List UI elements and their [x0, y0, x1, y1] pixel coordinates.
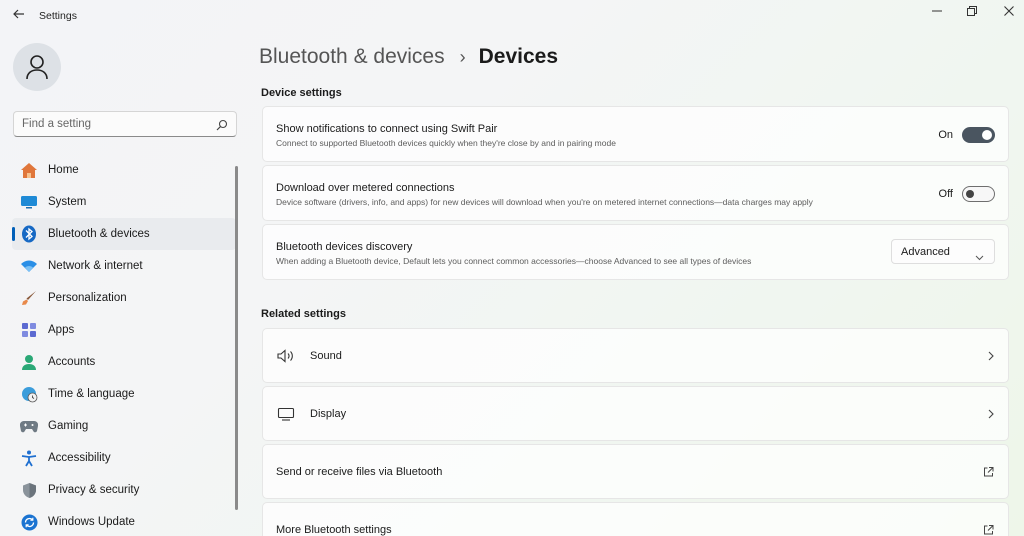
shield-icon [20, 481, 38, 499]
chevron-right-icon [988, 409, 994, 419]
breadcrumb-parent[interactable]: Bluetooth & devices [259, 45, 445, 69]
related-item-label: Display [310, 407, 347, 420]
globe-clock-icon [20, 385, 38, 403]
sidebar-item-label: System [48, 196, 87, 208]
setting-title: Show notifications to connect using Swif… [276, 123, 498, 135]
section-title-device-settings: Device settings [261, 87, 342, 99]
section-title-related-settings: Related settings [261, 308, 346, 320]
sidebar-item-bluetooth-devices[interactable]: Bluetooth & devices [12, 218, 236, 250]
related-item-sound[interactable]: Sound [262, 328, 1009, 383]
accessibility-icon [20, 449, 38, 467]
swift-pair-toggle[interactable] [962, 127, 995, 143]
home-icon [20, 161, 38, 179]
title-bar: Settings [0, 0, 1024, 32]
breadcrumb-separator: › [459, 46, 466, 67]
sidebar-item-label: Home [48, 164, 79, 176]
swift-pair-card: Show notifications to connect using Swif… [262, 106, 1009, 162]
wifi-icon [20, 257, 38, 275]
discovery-dropdown[interactable]: Advanced [891, 239, 995, 264]
chevron-right-icon [988, 351, 994, 361]
update-icon [20, 513, 38, 531]
sidebar-scrollbar[interactable] [235, 166, 238, 510]
related-item-label: Sound [310, 349, 342, 362]
sidebar-item-label: Windows Update [48, 516, 135, 528]
app-title: Settings [39, 10, 77, 22]
sidebar-item-label: Accounts [48, 356, 96, 368]
related-item-display[interactable]: Display [262, 386, 1009, 441]
sidebar-item-label: Personalization [48, 292, 127, 304]
setting-title: Download over metered connections [276, 182, 455, 194]
avatar[interactable] [13, 43, 61, 91]
setting-description: Connect to supported Bluetooth devices q… [276, 138, 616, 148]
restore-icon[interactable] [955, 0, 989, 22]
sidebar-item-label: Privacy & security [48, 484, 140, 496]
person-icon [26, 55, 48, 80]
sidebar-item-time-language[interactable]: Time & language [12, 378, 236, 410]
sidebar-item-home[interactable]: Home [12, 154, 236, 186]
open-external-icon [983, 524, 994, 535]
setting-title: Bluetooth devices discovery [276, 241, 413, 253]
related-item-label: Send or receive files via Bluetooth [276, 465, 443, 478]
sidebar-nav: Home System Bluetooth & devices Network … [12, 154, 236, 536]
page-title: Devices [478, 45, 559, 68]
sidebar-item-accessibility[interactable]: Accessibility [12, 442, 236, 474]
monitor-icon [276, 406, 296, 422]
sidebar-item-network[interactable]: Network & internet [12, 250, 236, 282]
discovery-card: Bluetooth devices discovery When adding … [262, 224, 1009, 280]
search-placeholder: Find a setting [22, 118, 92, 130]
sidebar-item-apps[interactable]: Apps [12, 314, 236, 346]
metered-connections-toggle[interactable] [962, 186, 995, 202]
related-item-more-bluetooth-settings[interactable]: More Bluetooth settings [262, 502, 1009, 536]
search-icon[interactable] [216, 118, 228, 136]
sidebar-item-label: Gaming [48, 420, 89, 432]
sidebar-item-label: Time & language [48, 388, 135, 400]
toggle-state-label: On [938, 129, 953, 141]
open-external-icon [983, 466, 994, 477]
sidebar-item-privacy-security[interactable]: Privacy & security [12, 474, 236, 506]
chevron-down-icon [975, 248, 984, 266]
close-icon[interactable] [992, 0, 1024, 22]
bluetooth-icon [20, 225, 38, 243]
sidebar-item-label: Network & internet [48, 260, 143, 272]
dropdown-selected-value: Advanced [901, 246, 950, 258]
related-item-send-receive-files[interactable]: Send or receive files via Bluetooth [262, 444, 1009, 499]
breadcrumb: Bluetooth & devices › Devices [259, 43, 558, 71]
speaker-icon [276, 348, 296, 364]
apps-icon [20, 321, 38, 339]
sidebar-item-windows-update[interactable]: Windows Update [12, 506, 236, 536]
sidebar-item-label: Apps [48, 324, 75, 336]
setting-description: Device software (drivers, info, and apps… [276, 197, 813, 207]
sidebar-item-label: Accessibility [48, 452, 111, 464]
related-item-label: More Bluetooth settings [276, 523, 392, 536]
sidebar-item-accounts[interactable]: Accounts [12, 346, 236, 378]
arrow-left-icon[interactable] [10, 7, 28, 25]
sidebar-item-gaming[interactable]: Gaming [12, 410, 236, 442]
minimize-icon[interactable] [920, 0, 954, 22]
gamepad-icon [20, 417, 38, 435]
brush-icon [20, 289, 38, 307]
sidebar-item-personalization[interactable]: Personalization [12, 282, 236, 314]
search-input[interactable]: Find a setting [13, 111, 237, 137]
accounts-icon [20, 353, 38, 371]
sidebar-item-label: Bluetooth & devices [48, 228, 150, 240]
metered-connections-card: Download over metered connections Device… [262, 165, 1009, 221]
system-icon [20, 193, 38, 211]
sidebar-item-system[interactable]: System [12, 186, 236, 218]
setting-description: When adding a Bluetooth device, Default … [276, 256, 752, 266]
toggle-state-label: Off [938, 188, 953, 200]
